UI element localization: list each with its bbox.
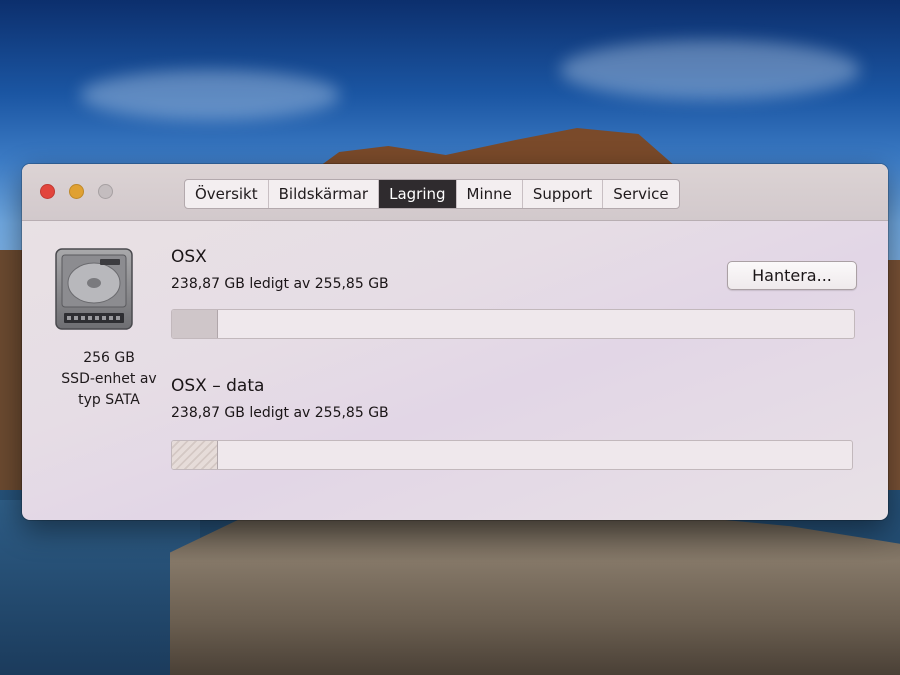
zoom-button [98, 184, 113, 199]
manage-button[interactable]: Hantera... [727, 261, 857, 290]
rock-island [170, 500, 900, 675]
disk-capacity: 256 GB [83, 350, 135, 366]
about-this-mac-window: Översikt Bildskärmar Lagring Minne Suppo… [22, 164, 888, 520]
volume-name: OSX [171, 247, 207, 267]
storage-bar-used [172, 441, 218, 469]
tab-lagring[interactable]: Lagring [379, 180, 457, 208]
cloud [560, 40, 860, 100]
volume-usage: 238,87 GB ledigt av 255,85 GB [171, 276, 389, 292]
disk-type-line2: typ SATA [78, 392, 140, 408]
close-button[interactable] [40, 184, 55, 199]
storage-pane: 256 GB SSD-enhet av typ SATA OSX 238,87 … [22, 221, 888, 520]
minimize-button[interactable] [69, 184, 84, 199]
storage-bar [171, 309, 855, 339]
disk-type-line1: SSD-enhet av [61, 371, 157, 387]
disk-description: 256 GB SSD-enhet av typ SATA [34, 348, 184, 411]
tab-bar: Översikt Bildskärmar Lagring Minne Suppo… [184, 179, 680, 209]
tab-service[interactable]: Service [603, 180, 678, 208]
storage-bar-used [172, 310, 218, 338]
tab-oversikt[interactable]: Översikt [185, 180, 269, 208]
cloud [80, 70, 340, 120]
hard-drive-icon [54, 247, 134, 333]
titlebar: Översikt Bildskärmar Lagring Minne Suppo… [22, 164, 888, 221]
volume-usage: 238,87 GB ledigt av 255,85 GB [171, 405, 389, 421]
volume-name: OSX – data [171, 376, 265, 396]
desktop-background: Översikt Bildskärmar Lagring Minne Suppo… [0, 0, 900, 675]
tab-support[interactable]: Support [523, 180, 604, 208]
tab-minne[interactable]: Minne [457, 180, 523, 208]
tab-bildskarmar[interactable]: Bildskärmar [269, 180, 380, 208]
storage-bar [171, 440, 853, 470]
